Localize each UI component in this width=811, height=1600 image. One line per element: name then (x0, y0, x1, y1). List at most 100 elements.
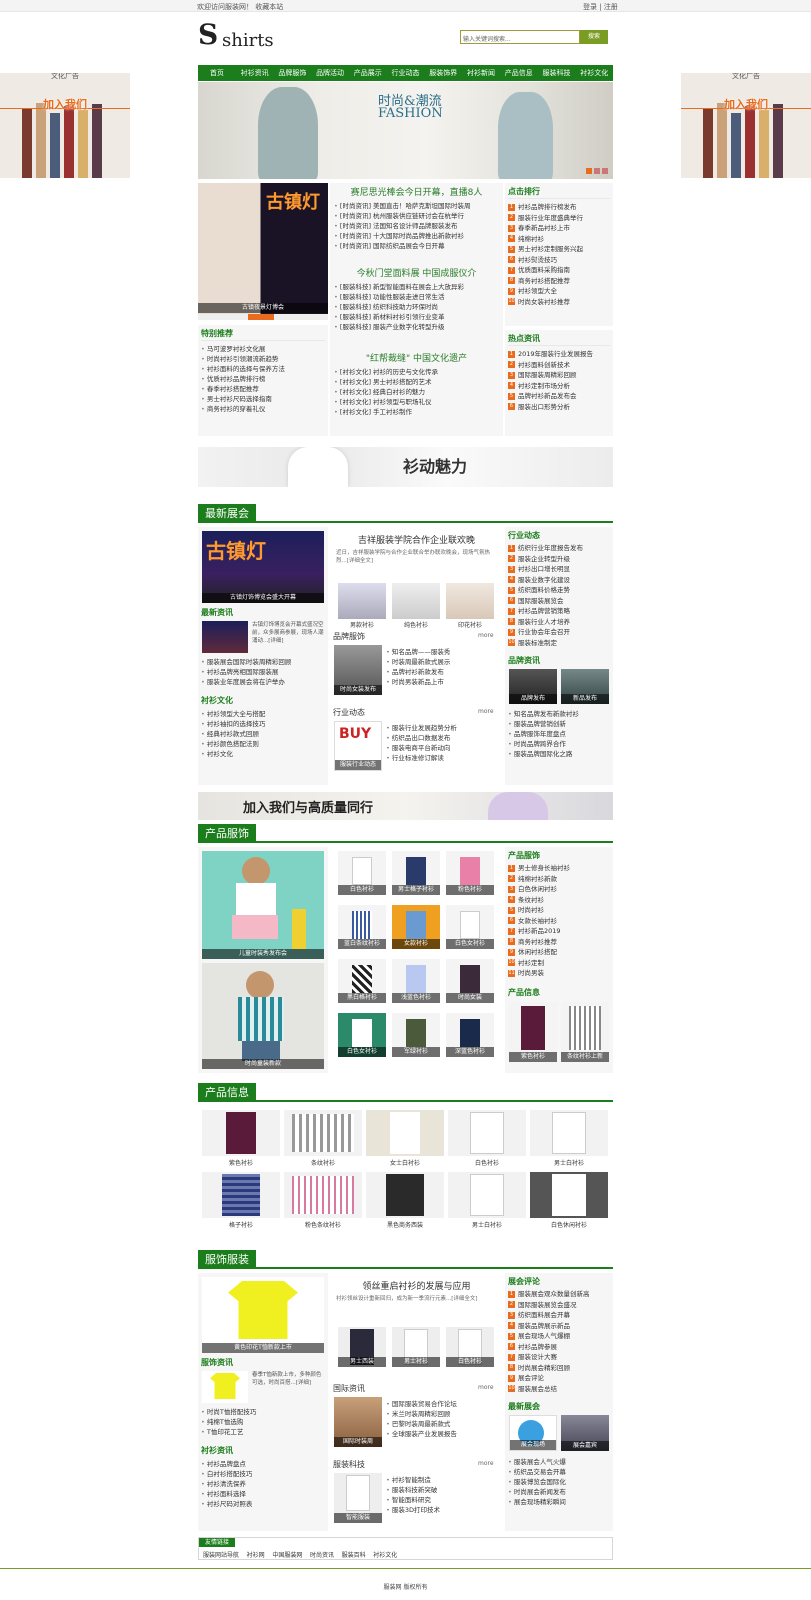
kids-fashion-photo[interactable]: 时尚童装新款 (202, 963, 324, 1069)
list-item[interactable]: 10 服装标准制定 (508, 638, 612, 649)
thumb-caption[interactable]: 印花衬衫 (446, 620, 494, 629)
product-thumb[interactable]: 蓝白条纹衬衫 (338, 905, 386, 949)
thumb-caption[interactable]: 纯色衬衫 (392, 620, 440, 629)
wide-banner-charm[interactable]: 衫动魅力 (198, 447, 613, 487)
news-item[interactable]: [衬衫文化] 衬衫的历史与文化传承 (334, 367, 502, 377)
list-item[interactable]: 知名品牌发布新款衬衫 (508, 709, 612, 719)
list-item[interactable]: 智能面料研究 (386, 1495, 500, 1505)
section-title[interactable]: 产品服饰 (198, 824, 256, 843)
list-item[interactable]: 时尚T恤搭配技巧 (201, 1407, 326, 1417)
list-item[interactable]: 9 衬衫领型大全 (508, 286, 612, 297)
nav-item[interactable]: 服装科技 (538, 65, 576, 81)
list-item[interactable]: 5 男士衬衫定制服务兴起 (508, 244, 612, 255)
center-summary[interactable]: 近日，吉祥服装学院与合作企业联合举办联欢晚会，现场气氛热烈...[详细全文] (336, 549, 498, 565)
product-thumb[interactable]: 白色女衬衫 (338, 1013, 386, 1057)
friend-link[interactable]: 衬衫网 (247, 1552, 265, 1559)
product-thumb[interactable]: 男士格子衬衫 (392, 851, 440, 895)
list-item[interactable]: 3 白色休闲衬衫 (508, 884, 612, 895)
thumb-caption[interactable]: 男款衬衫 (338, 620, 386, 629)
search-input[interactable]: 输入关键词搜索... (460, 30, 580, 44)
more-link[interactable]: more (478, 632, 494, 639)
center-headline[interactable]: 领丝重启衬衫的发展与应用 (330, 1279, 503, 1292)
list-item[interactable]: 2 服装行业年度盛典举行 (508, 213, 612, 224)
tshirt-photo[interactable]: 黄色印花T恤新款上市 (202, 1277, 324, 1353)
list-item[interactable]: 3 纺织面料展会开幕 (508, 1310, 612, 1321)
brand-news-photo[interactable]: 新品发布 (561, 669, 609, 704)
product-thumb[interactable] (202, 1172, 280, 1218)
list-item[interactable]: 衬衫领型大全与搭配 (201, 709, 326, 719)
news-item[interactable]: [服装科技] 纺织科技助力环保时尚 (334, 302, 502, 312)
list-item[interactable]: 8 服装行业人才培养 (508, 617, 612, 628)
shirt-thumb[interactable]: 男士衬衫 (392, 1327, 440, 1367)
nav-item[interactable]: 服装饰界 (424, 65, 462, 81)
wide-banner-join[interactable]: 加入我们与高质量同行 (198, 792, 613, 820)
friend-link[interactable]: 服装百科 (342, 1552, 366, 1559)
friend-link[interactable]: 衬衫文化 (373, 1552, 397, 1559)
product-photo[interactable]: 条纹衬衫上新 (561, 1002, 609, 1062)
list-item[interactable]: 时尚品牌跨界合作 (508, 739, 612, 749)
nav-item[interactable]: 衬衫文化 (575, 65, 613, 81)
list-item[interactable]: 知名品牌——服装秀 (386, 647, 500, 657)
product-thumb[interactable]: 白色女衬衫 (446, 905, 494, 949)
slide-dot[interactable] (594, 168, 600, 174)
news-summary[interactable]: 春季T恤新款上市，多种颜色可选，时尚百搭...[详细] (252, 1371, 324, 1405)
product-thumb[interactable] (284, 1172, 362, 1218)
list-item[interactable]: 商务衬衫的穿着礼仪 (201, 404, 326, 414)
list-item[interactable]: 7 衬衫新品2019 (508, 926, 612, 937)
product-caption[interactable]: 白色休闲衬衫 (530, 1220, 608, 1229)
product-thumb[interactable]: 浅蓝色衬衫 (392, 959, 440, 1003)
shirt-thumb[interactable] (392, 583, 440, 619)
more-link[interactable]: more (478, 1460, 494, 1467)
list-item[interactable]: 6 衬衫熨烫技巧 (508, 255, 612, 266)
news-thumb[interactable] (202, 621, 248, 653)
list-item[interactable]: 9 行业协会年会召开 (508, 627, 612, 638)
list-item[interactable]: 时装周最新款式展示 (386, 657, 500, 667)
news-item[interactable]: [衬衫文化] 手工衬衫制作 (334, 407, 502, 417)
list-item[interactable]: 品牌衬衫新款发布 (386, 667, 500, 677)
list-item[interactable]: 1 衬衫品牌排行榜发布 (508, 202, 612, 213)
friend-link[interactable]: 中国服装网 (272, 1552, 302, 1559)
list-item[interactable]: 衬衫颜色搭配法则 (201, 739, 326, 749)
list-item[interactable]: 纺织品出口数据发布 (386, 733, 500, 743)
list-item[interactable]: 4 条纹衬衫 (508, 895, 612, 906)
list-item[interactable]: 衬衫面料的选择与保养方法 (201, 364, 326, 374)
product-caption[interactable]: 黑色商务西装 (366, 1220, 444, 1229)
list-item[interactable]: 时尚展会新闻发布 (508, 1487, 612, 1497)
product-caption[interactable]: 男士白衬衫 (448, 1220, 526, 1229)
center-headline[interactable]: 吉祥服装学院合作企业联欢晚 (330, 533, 503, 546)
slide-dot[interactable] (586, 168, 592, 174)
login-link[interactable]: 登录 | 注册 (583, 2, 618, 12)
list-item[interactable]: 6 女款长袖衬衫 (508, 916, 612, 927)
list-item[interactable]: 2 服装企业转型升级 (508, 554, 612, 565)
nav-item[interactable]: 产品展示 (349, 65, 387, 81)
list-item[interactable]: T恤印花工艺 (201, 1427, 326, 1437)
section-title[interactable]: 最新展会 (198, 504, 256, 523)
list-item[interactable]: 6 国际服装展览会 (508, 596, 612, 607)
product-thumb[interactable] (448, 1172, 526, 1218)
product-caption[interactable]: 紫色衬衫 (202, 1158, 280, 1167)
list-item[interactable]: 时尚衬衫引领潮流新趋势 (201, 354, 326, 364)
list-item[interactable]: 11 时尚男装 (508, 968, 612, 979)
list-item[interactable]: 7 服装设计大赛 (508, 1352, 612, 1363)
list-item[interactable]: 国际服装贸易合作论坛 (386, 1399, 500, 1409)
list-item[interactable]: 2 纯棉衬衫新款 (508, 874, 612, 885)
news-item[interactable]: [服装科技] 新型智能面料在展会上大放异彩 (334, 282, 502, 292)
section-title[interactable]: 服饰服装 (198, 1250, 256, 1269)
list-item[interactable]: 时尚男装新品上市 (386, 677, 500, 687)
expo-photo[interactable]: 展会现场 (509, 1415, 557, 1451)
product-caption[interactable]: 粉色条纹衬衫 (284, 1220, 362, 1229)
product-thumb[interactable]: 时尚女装 (446, 959, 494, 1003)
list-item[interactable]: 服装电商平台新动向 (386, 743, 500, 753)
product-thumb[interactable] (366, 1172, 444, 1218)
list-item[interactable]: 7 优质面料采购指南 (508, 265, 612, 276)
list-item[interactable]: 纯棉T恤选购 (201, 1417, 326, 1427)
list-item[interactable]: 5 展会现场人气爆棚 (508, 1331, 612, 1342)
list-item[interactable]: 4 服装品牌展示新品 (508, 1321, 612, 1332)
list-item[interactable]: 1 2019年服装行业发展报告 (508, 349, 612, 360)
list-item[interactable]: 3 衬衫出口增长明显 (508, 564, 612, 575)
news-item[interactable]: [服装科技] 新材料衬衫引领行业变革 (334, 312, 502, 322)
brand-news-photo[interactable]: 品牌发布 (509, 669, 557, 704)
list-item[interactable]: 4 纯棉衬衫 (508, 234, 612, 245)
friend-link[interactable]: 时尚资讯 (310, 1552, 334, 1559)
list-item[interactable]: 行业标准修订解读 (386, 753, 500, 763)
